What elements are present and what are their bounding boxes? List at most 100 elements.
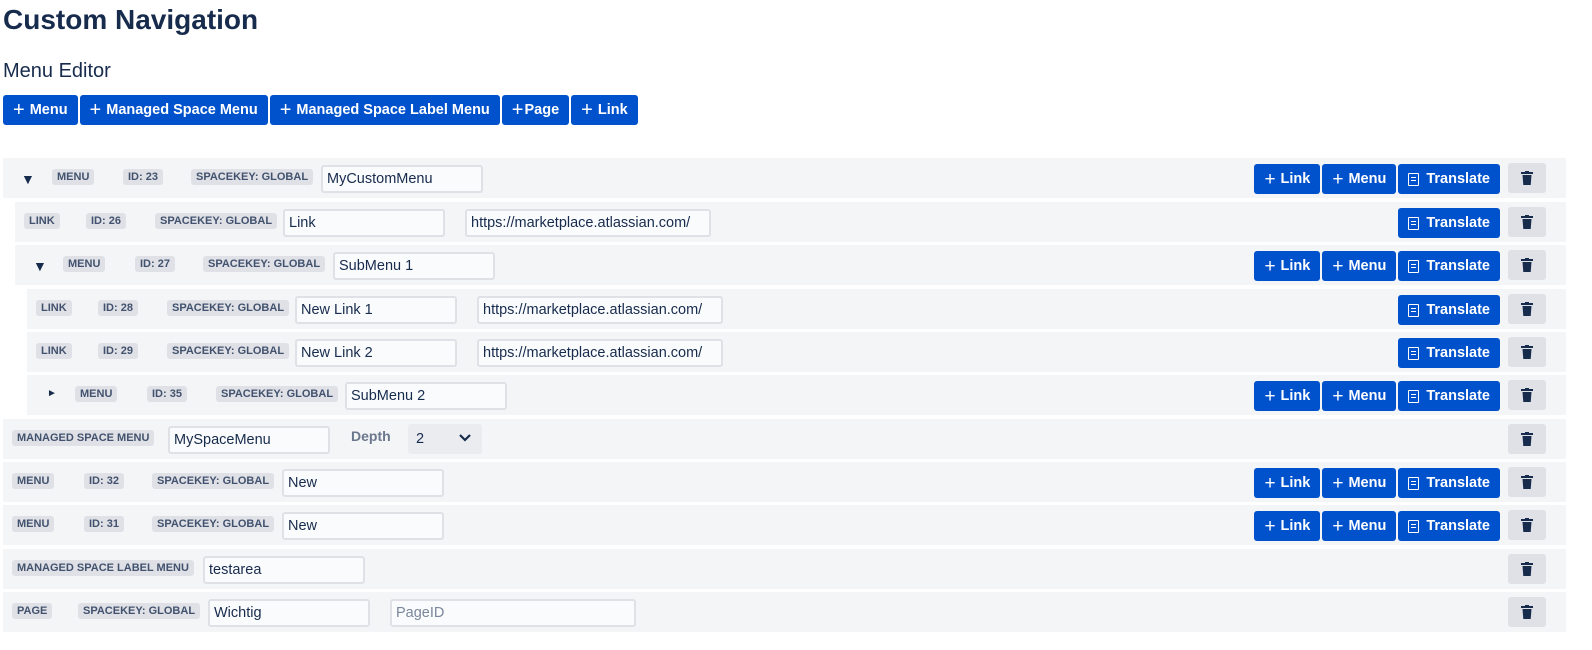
managed-space-label-menu-name-input[interactable] [203,556,365,584]
delete-button[interactable] [1508,424,1546,454]
depth-label: Depth [351,428,391,444]
menu-row: ▼ MENU ID: 27 SPACEKEY: GLOBAL +Link +Me… [15,245,1566,285]
delete-button[interactable] [1508,510,1546,540]
add-link-label: Link [1280,388,1311,404]
add-link-button[interactable]: + Link [1254,164,1321,194]
translate-label: Translate [1426,258,1490,274]
document-icon [1408,303,1420,317]
caret-down-icon[interactable]: ▼ [21,171,35,187]
plus-icon: + [1264,472,1276,494]
link-row: LINK ID: 26 SPACEKEY: GLOBAL Translate [15,202,1566,242]
document-icon [1408,259,1420,273]
add-menu-button[interactable]: + Menu [1322,381,1397,411]
add-link-button[interactable]: + Link [1254,468,1321,498]
caret-down-icon[interactable]: ▼ [33,258,47,274]
page-name-input[interactable] [208,599,370,627]
document-icon [1408,346,1420,360]
add-managed-space-menu-label: Managed Space Menu [106,102,258,118]
spacekey-lozenge: SPACEKEY: GLOBAL [167,343,290,359]
managed-space-menu-name-input[interactable] [168,426,330,454]
add-managed-space-label-menu-button[interactable]: + Managed Space Label Menu [269,95,500,125]
type-lozenge: MANAGED SPACE LABEL MENU [12,560,194,576]
link-url-input[interactable] [477,296,723,324]
delete-button[interactable] [1508,163,1546,193]
translate-button[interactable]: Translate [1398,295,1500,325]
add-menu-label: Menu [1348,388,1387,404]
add-menu-button[interactable]: + Menu [1322,511,1397,541]
add-menu-button[interactable]: + Menu [1322,251,1397,281]
menu-name-input[interactable] [282,469,444,497]
menu-name-input[interactable] [321,165,483,193]
caret-right-icon[interactable]: ► [47,388,57,399]
delete-button[interactable] [1508,207,1546,237]
translate-button[interactable]: Translate [1398,381,1500,411]
id-lozenge: ID: 29 [98,343,138,359]
menu-name-input[interactable] [282,512,444,540]
delete-button[interactable] [1508,294,1546,324]
link-url-input[interactable] [465,209,711,237]
add-link-button[interactable]: + Link [1254,381,1321,411]
type-lozenge: MENU [63,256,106,272]
link-row: LINK ID: 28 SPACEKEY: GLOBAL Translate [27,289,1566,329]
depth-select[interactable]: 2 [408,424,482,454]
plus-icon: + [1332,255,1344,277]
chevron-down-icon [459,434,471,442]
translate-button[interactable]: Translate [1398,338,1500,368]
plus-icon: + [581,99,593,121]
plus-icon: + [1264,385,1276,407]
add-managed-space-menu-button[interactable]: + Managed Space Menu [79,95,268,125]
row-actions: Translate [1396,208,1500,238]
id-lozenge: ID: 32 [84,473,124,489]
page-title: Custom Navigation [3,4,259,35]
managed-space-label-menu-row: MANAGED SPACE LABEL MENU [3,549,1566,589]
plus-icon: + [1264,255,1276,277]
delete-button[interactable] [1508,467,1546,497]
link-url-input[interactable] [477,339,723,367]
menu-name-input[interactable] [333,252,495,280]
page-id-input[interactable] [390,599,636,627]
add-page-label: Page [524,102,560,118]
plus-icon: + [1264,168,1276,190]
spacekey-lozenge: SPACEKEY: GLOBAL [155,213,278,229]
link-name-input[interactable] [295,339,457,367]
translate-button[interactable]: Translate [1398,164,1500,194]
delete-button[interactable] [1508,337,1546,367]
delete-button[interactable] [1508,554,1546,584]
translate-button[interactable]: Translate [1398,251,1500,281]
add-menu-button[interactable]: + Menu [1322,468,1397,498]
add-menu-label: Menu [29,102,68,118]
add-toolbar: + Menu + Managed Space Menu + Managed Space… [3,95,640,125]
link-name-input[interactable] [283,209,445,237]
add-link-button[interactable]: + Link [1254,251,1321,281]
translate-button[interactable]: Translate [1398,208,1500,238]
translate-button[interactable]: Translate [1398,511,1500,541]
type-lozenge: MENU [75,386,118,402]
page-row: PAGE SPACEKEY: GLOBAL [3,592,1566,632]
add-menu-label: Menu [1348,258,1387,274]
add-menu-button[interactable]: + Menu [3,95,78,125]
translate-button[interactable]: Translate [1398,468,1500,498]
plus-icon: + [1332,168,1344,190]
add-page-button[interactable]: + Page [501,95,570,125]
translate-label: Translate [1426,475,1490,491]
add-link-label: Link [597,102,628,118]
translate-label: Translate [1426,215,1490,231]
menu-name-input[interactable] [345,382,507,410]
add-menu-button[interactable]: + Menu [1322,164,1397,194]
link-name-input[interactable] [295,296,457,324]
type-lozenge: MENU [52,169,95,185]
row-actions: + Link + Menu Translate [1252,468,1500,498]
plus-icon: + [89,99,102,121]
add-link-button[interactable]: + Link [1254,511,1321,541]
delete-button[interactable] [1508,597,1546,627]
add-link-button[interactable]: + Link [571,95,638,125]
row-actions: Translate [1396,338,1500,368]
plus-icon: + [1332,385,1344,407]
id-lozenge: ID: 31 [84,516,124,532]
menu-row: MENU ID: 31 SPACEKEY: GLOBAL +Link +Menu… [3,505,1566,545]
translate-label: Translate [1426,345,1490,361]
delete-button[interactable] [1508,380,1546,410]
delete-button[interactable] [1508,250,1546,280]
add-link-label: Link [1280,258,1311,274]
id-lozenge: ID: 35 [147,386,187,402]
